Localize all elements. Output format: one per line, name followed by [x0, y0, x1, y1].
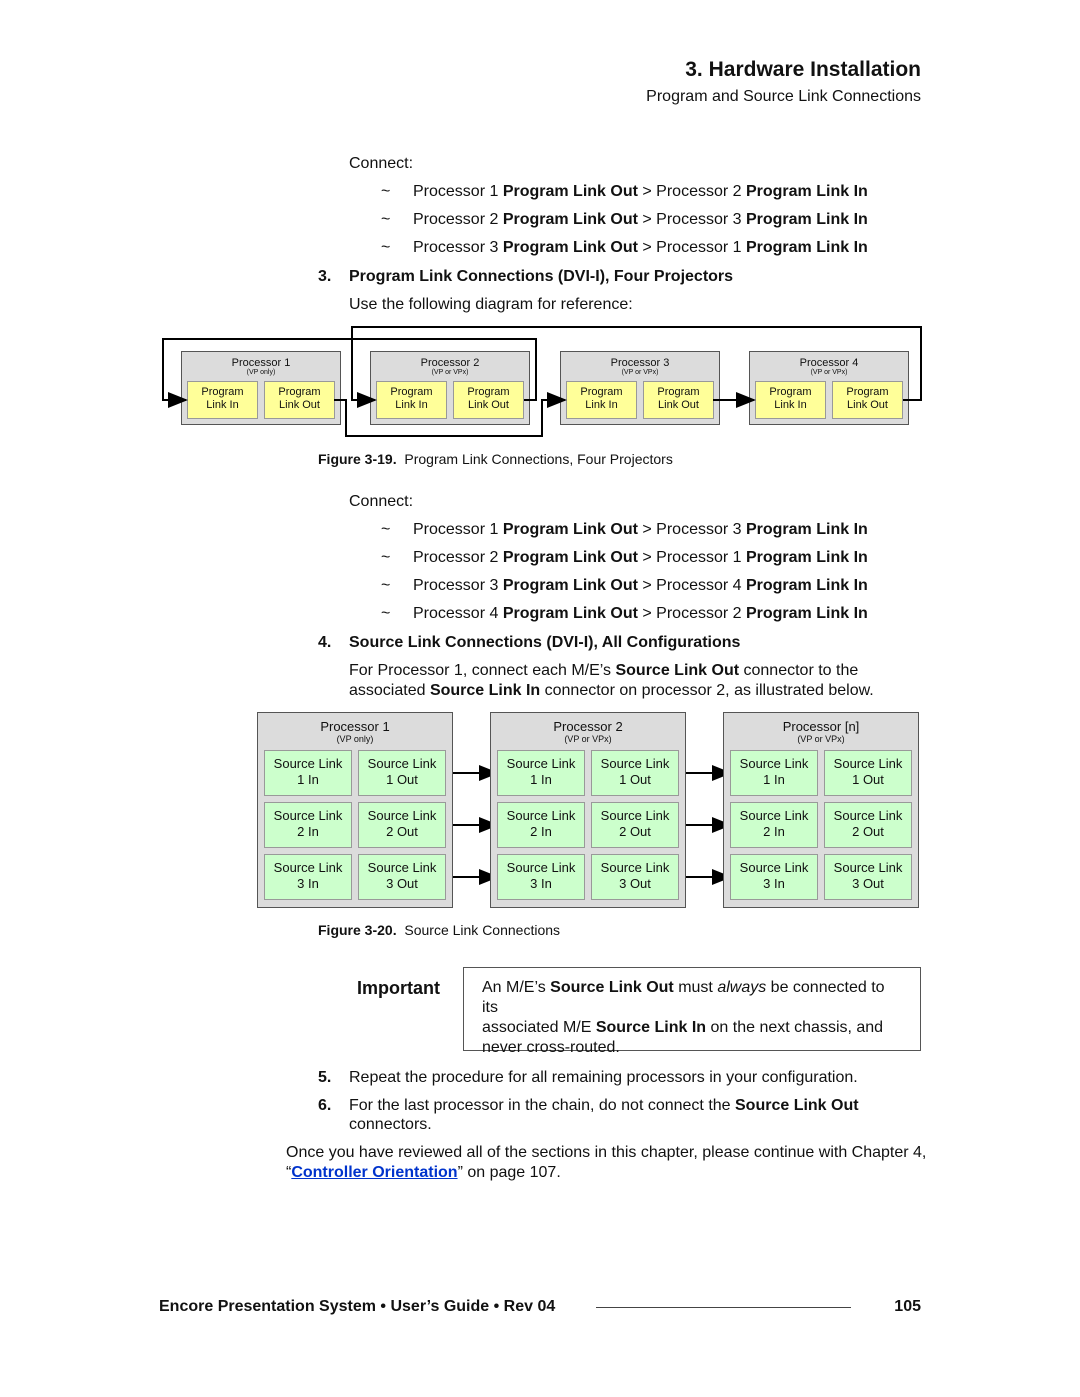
- step-number: 6.: [318, 1097, 332, 1114]
- source-link-in-port: Source Link 3 In: [264, 854, 352, 900]
- connection-item: Processor 2 Program Link Out > Processor…: [413, 211, 868, 228]
- figure-caption: Figure 3-19. Program Link Connections, F…: [318, 451, 673, 467]
- processor-name: Processor [n]: [782, 719, 860, 734]
- bullet-icon: ~: [381, 605, 391, 622]
- source-link-out-port: Source Link 1 Out: [591, 750, 679, 796]
- processor-type: (VP or VPx): [797, 734, 845, 744]
- connection-item: Processor 3 Program Link Out > Processor…: [413, 239, 868, 256]
- controller-orientation-link[interactable]: Controller Orientation: [291, 1164, 457, 1181]
- step-title: Source Link Connections (DVI-I), All Con…: [349, 634, 741, 651]
- step-text: Repeat the procedure for all remaining p…: [349, 1069, 858, 1086]
- processor-box: Processor 1 (VP only) Source Link 1 In Sourc…: [257, 712, 453, 908]
- source-link-in-port: Source Link 3 In: [497, 854, 585, 900]
- step-text: For Processor 1, connect each M/E’s Sour…: [349, 662, 859, 679]
- bullet-icon: ~: [381, 577, 391, 594]
- bullet-icon: ~: [381, 211, 391, 228]
- processor-box: Processor [n] (VP or VPx) Source Link 1 In S…: [723, 712, 919, 908]
- step-text: For the last processor in the chain, do …: [349, 1097, 859, 1114]
- connection-item: Processor 2 Program Link Out > Processor…: [413, 549, 868, 566]
- source-link-out-port: Source Link 1 Out: [824, 750, 912, 796]
- footer-title: Encore Presentation System • User’s Guid…: [159, 1298, 556, 1315]
- source-link-out-port: Source Link 2 Out: [591, 802, 679, 848]
- figure-caption: Figure 3-20. Source Link Connections: [318, 922, 561, 938]
- step-text: connectors.: [349, 1116, 432, 1133]
- step-number: 5.: [318, 1069, 332, 1086]
- source-link-out-port: Source Link 3 Out: [591, 854, 679, 900]
- connection-item: Processor 4 Program Link Out > Processor…: [413, 605, 868, 622]
- source-link-in-port: Source Link 1 In: [264, 750, 352, 796]
- connect-label: Connect:: [349, 493, 414, 510]
- source-link-in-port: Source Link 1 In: [497, 750, 585, 796]
- bullet-icon: ~: [381, 183, 391, 200]
- footer-rule: [596, 1307, 851, 1308]
- source-link-out-port: Source Link 3 Out: [358, 854, 446, 900]
- closing-text: Once you have reviewed all of the sectio…: [286, 1144, 927, 1161]
- step-text: associated Source Link In connector on p…: [349, 682, 874, 699]
- processor-type: (VP only): [336, 734, 374, 744]
- source-link-out-port: Source Link 1 Out: [358, 750, 446, 796]
- bullet-icon: ~: [381, 239, 391, 256]
- bullet-icon: ~: [381, 521, 391, 538]
- closing-text: “Controller Orientation” on page 107.: [286, 1164, 561, 1181]
- processor-name: Processor 2: [553, 719, 623, 734]
- processor-type: (VP or VPx): [564, 734, 612, 744]
- connection-item: Processor 1 Program Link Out > Processor…: [413, 183, 868, 200]
- page-number: 105: [894, 1298, 921, 1315]
- bullet-icon: ~: [381, 549, 391, 566]
- source-link-out-port: Source Link 2 Out: [358, 802, 446, 848]
- step-number: 4.: [318, 634, 332, 651]
- source-link-in-port: Source Link 2 In: [730, 802, 818, 848]
- connection-item: Processor 3 Program Link Out > Processor…: [413, 577, 868, 594]
- source-link-in-port: Source Link 2 In: [264, 802, 352, 848]
- processor-name: Processor 1: [320, 719, 390, 734]
- source-link-in-port: Source Link 1 In: [730, 750, 818, 796]
- source-link-out-port: Source Link 2 Out: [824, 802, 912, 848]
- source-link-out-port: Source Link 3 Out: [824, 854, 912, 900]
- source-link-in-port: Source Link 2 In: [497, 802, 585, 848]
- manual-page: 3. Hardware Installation Program and Sou…: [0, 0, 1080, 1397]
- processor-box: Processor 2 (VP or VPx) Source Link 1 In Sou…: [490, 712, 686, 908]
- important-label: Important: [357, 978, 440, 998]
- important-note: An M/E’s Source Link Out must always be …: [463, 967, 921, 1056]
- source-link-in-port: Source Link 3 In: [730, 854, 818, 900]
- connection-item: Processor 1 Program Link Out > Processor…: [413, 521, 868, 538]
